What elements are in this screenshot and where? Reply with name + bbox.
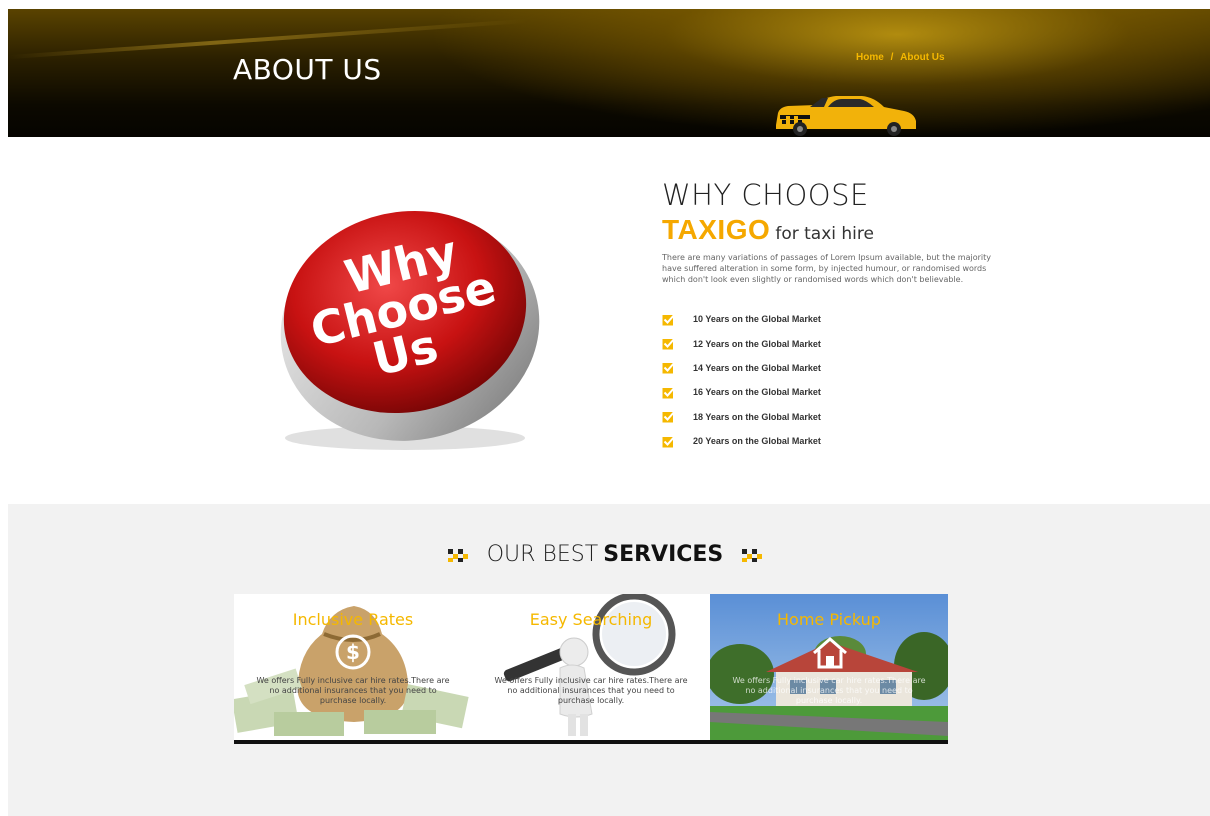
list-item: 16 Years on the Global Market bbox=[662, 380, 821, 404]
why-choose-subheading: TAXIGO for taxi hire bbox=[662, 214, 874, 246]
service-card-description: We offers Fully inclusive car hire rates… bbox=[494, 676, 688, 705]
breadcrumb-current: About Us bbox=[900, 52, 945, 63]
list-item: 14 Years on the Global Market bbox=[662, 356, 821, 380]
checkbox-icon bbox=[662, 434, 676, 448]
services-heading-light: OUR BEST bbox=[486, 542, 599, 567]
feature-label: 18 Years on the Global Market bbox=[693, 411, 821, 422]
checker-flag-icon bbox=[447, 548, 468, 562]
feature-label: 16 Years on the Global Market bbox=[693, 387, 821, 398]
breadcrumb-home-link[interactable]: Home bbox=[856, 52, 884, 63]
feature-list: 10 Years on the Global Market 12 Years o… bbox=[662, 307, 821, 453]
feature-label: 12 Years on the Global Market bbox=[693, 338, 821, 349]
service-card-easy-searching[interactable]: Easy Searching We offers Fully inclusive… bbox=[472, 594, 710, 744]
brand-name: TAXIGO bbox=[662, 214, 771, 245]
services-heading: OUR BEST SERVICES bbox=[0, 542, 1210, 567]
service-card-title: Easy Searching bbox=[529, 610, 653, 629]
list-item: 18 Years on the Global Market bbox=[662, 405, 821, 429]
home-icon bbox=[813, 637, 847, 669]
feature-label: 14 Years on the Global Market bbox=[693, 362, 821, 373]
dollar-icon: $ bbox=[335, 634, 371, 670]
list-item: 10 Years on the Global Market bbox=[662, 307, 821, 331]
brand-tagline: for taxi hire bbox=[775, 224, 874, 244]
checkbox-icon bbox=[662, 313, 676, 326]
services-heading-bold: SERVICES bbox=[603, 542, 724, 567]
taxi-car-image bbox=[776, 96, 916, 136]
breadcrumb: Home / About Us bbox=[854, 52, 947, 63]
page-title: ABOUT US bbox=[233, 53, 382, 86]
feature-label: 20 Years on the Global Market bbox=[693, 436, 821, 447]
service-card-description: We offers Fully inclusive car hire rates… bbox=[732, 676, 926, 705]
checkbox-icon bbox=[662, 386, 676, 399]
checkbox-icon bbox=[662, 410, 676, 423]
why-choose-heading: WHY CHOOSE bbox=[662, 178, 869, 212]
service-cards: $ Inclusive Rates We offers Fully inclus… bbox=[234, 594, 948, 744]
breadcrumb-separator: / bbox=[890, 52, 894, 63]
page-hero-banner: ABOUT US Home / About Us bbox=[8, 9, 1210, 137]
why-choose-us-badge: Why Choose Us bbox=[280, 210, 540, 450]
service-card-description: We offers Fully inclusive car hire rates… bbox=[256, 676, 450, 705]
feature-label: 10 Years on the Global Market bbox=[693, 314, 821, 325]
why-choose-description: There are many variations of passages of… bbox=[662, 253, 991, 284]
list-item: 20 Years on the Global Market bbox=[662, 429, 821, 453]
service-card-inclusive-rates[interactable]: $ Inclusive Rates We offers Fully inclus… bbox=[234, 594, 472, 744]
checkbox-icon bbox=[662, 361, 676, 374]
service-card-title: Home Pickup bbox=[777, 610, 881, 629]
service-card-home-pickup[interactable]: Home Pickup We offers Fully inclusive ca… bbox=[710, 594, 948, 744]
service-card-title: Inclusive Rates bbox=[292, 610, 414, 629]
list-item: 12 Years on the Global Market bbox=[662, 331, 821, 355]
svg-text:$: $ bbox=[346, 640, 360, 664]
checker-flag-icon bbox=[742, 548, 763, 562]
checkbox-icon bbox=[662, 337, 676, 350]
